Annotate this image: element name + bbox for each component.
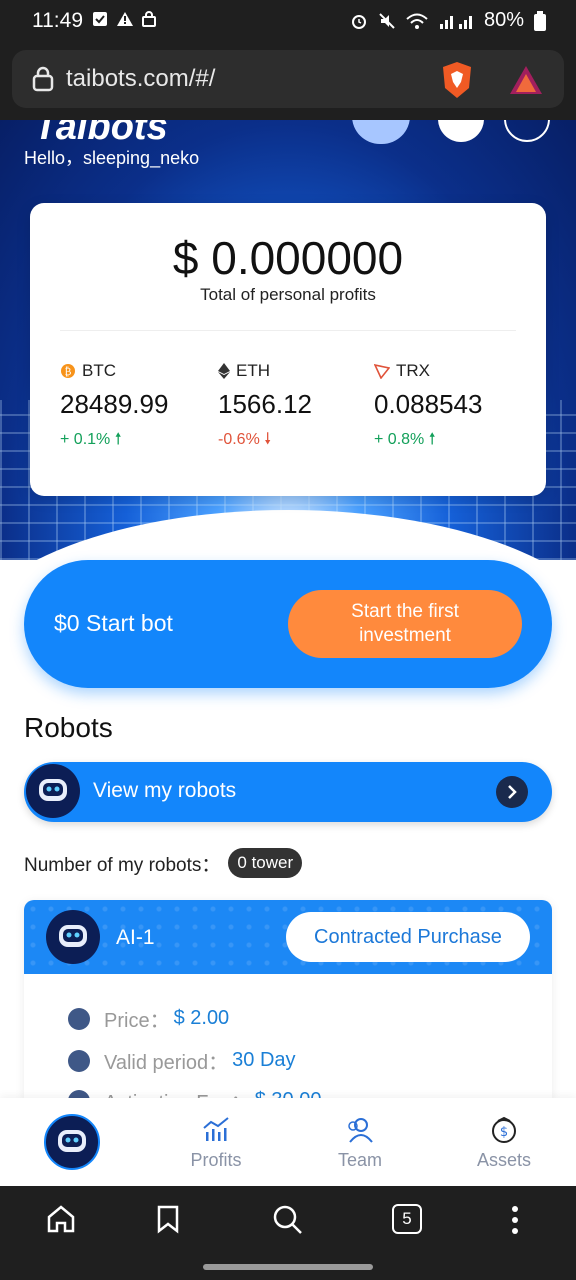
robot-avatar [26, 764, 80, 818]
chevron-right-icon[interactable] [496, 776, 528, 808]
chart-icon [203, 1117, 229, 1141]
profit-label: Total of personal profits [200, 285, 376, 304]
status-bar: 11:49 80% [0, 0, 576, 44]
contracted-purchase-button[interactable]: Contracted Purchase [286, 912, 530, 962]
coin-symbol: ETH [236, 361, 270, 380]
menu-dots-icon[interactable] [508, 1204, 522, 1236]
start-bot-label: $0 Start bot [54, 610, 173, 636]
card-header: AI-1 Contracted Purchase [24, 900, 552, 974]
robots-heading: Robots [24, 712, 113, 743]
bottom-tab-bar: Profits Team $ Assets [0, 1098, 576, 1186]
period-label: Valid period： [104, 1052, 229, 1074]
robot-count-row: Number of my robots： 0 tower [24, 848, 303, 878]
clock-icon [68, 1049, 90, 1072]
start-investment-button[interactable]: Start the first investment [288, 590, 522, 658]
alarm-icon [351, 14, 366, 29]
browser-address-bar: taibots.com/#/ [0, 44, 576, 120]
wifi-icon [406, 13, 428, 29]
divider [60, 330, 516, 331]
coin-eth: ETH 1566.12 -0.6% 🠗 [218, 361, 368, 455]
lock-icon[interactable] [32, 66, 54, 92]
tab-profits[interactable]: Profits [166, 1116, 266, 1171]
price-icon [68, 1007, 90, 1030]
robot-avatar [46, 910, 100, 964]
view-my-robots-label: View my robots [93, 779, 237, 802]
chat-icon[interactable] [438, 120, 484, 142]
gesture-home-indicator[interactable] [203, 1264, 373, 1270]
tab-label: Profits [190, 1150, 242, 1170]
home-robot-avatar[interactable] [44, 1114, 100, 1170]
notification-icons [92, 11, 156, 27]
coin-symbol: BTC [82, 361, 116, 380]
carousel-dot-active[interactable] [258, 518, 282, 524]
profit-card: $ 0.000000 Total of personal profits ₿ B… [30, 203, 546, 496]
price-value: $ 2.00 [173, 1007, 230, 1029]
period-value: 30 Day [232, 1049, 296, 1071]
greeting-text: Hello，sleeping_neko [24, 148, 200, 168]
profit-amount: $ 0.000000 [172, 232, 404, 284]
coin-change: + 0.8% 🠕 [374, 431, 436, 448]
coin-price: 0.088543 [374, 389, 483, 419]
rewards-triangle-icon[interactable] [508, 64, 544, 96]
tab-label: Team [337, 1150, 382, 1170]
home-icon[interactable] [46, 1204, 76, 1234]
period-row: Valid period： 30 Day [68, 1046, 296, 1075]
url-text[interactable]: taibots.com/#/ [66, 65, 215, 93]
view-my-robots-button[interactable]: View my robots [24, 762, 552, 822]
trx-icon [374, 363, 390, 379]
signal-icon [439, 15, 472, 29]
search-icon[interactable] [272, 1204, 304, 1236]
battery-percent: 80% [483, 9, 524, 31]
system-icons: 80% [350, 9, 546, 32]
arrow-down-icon: 🠗 [264, 431, 272, 448]
robot-product-card: AI-1 Contracted Purchase Price： $ 2.00 V… [24, 900, 552, 1114]
coin-symbol: TRX [396, 361, 430, 380]
carousel-dots [258, 518, 306, 524]
tab-label: Assets [476, 1150, 532, 1170]
tab-assets[interactable]: $ Assets [454, 1116, 554, 1171]
btc-icon: ₿ [61, 364, 75, 378]
battery-icon [534, 10, 546, 31]
svg-text:₿: ₿ [65, 366, 72, 378]
mute-icon [379, 12, 395, 29]
coin-price: 1566.12 [218, 389, 312, 419]
robot-mascot-icon [352, 120, 410, 144]
bookmark-icon[interactable] [156, 1204, 180, 1234]
brave-shield-icon[interactable] [440, 60, 474, 100]
coin-price: 28489.99 [60, 389, 169, 419]
eth-icon [218, 363, 230, 379]
checkbox-icon [93, 12, 107, 26]
coin-change: + 0.1% 🠕 [60, 431, 122, 448]
globe-icon[interactable] [504, 120, 550, 142]
carousel-dot[interactable] [288, 518, 306, 524]
coin-change: -0.6% 🠗 [218, 431, 272, 448]
start-bot-banner: $0 Start bot Start the first investment [24, 560, 552, 688]
coin-btc: ₿ BTC 28489.99 + 0.1% 🠕 [60, 361, 210, 455]
svg-text:$: $ [500, 1125, 508, 1140]
status-time: 11:49 [32, 9, 83, 32]
tab-team[interactable]: Team [310, 1116, 410, 1171]
robot-count-badge: 0 tower [228, 848, 303, 878]
lock-status-icon [142, 11, 156, 27]
arrow-up-icon: 🠕 [114, 431, 122, 448]
url-field[interactable]: taibots.com/#/ [12, 50, 564, 108]
coin-trx: TRX 0.088543 + 0.8% 🠕 [374, 361, 524, 455]
warning-icon [117, 12, 133, 26]
robot-count-label: Number of my robots： [24, 854, 221, 876]
team-icon [348, 1118, 373, 1143]
tab-count: 5 [402, 1209, 412, 1228]
wallet-icon: $ [492, 1116, 516, 1143]
price-row: Price： $ 2.00 [68, 1004, 229, 1033]
arrow-up-icon: 🠕 [428, 431, 436, 448]
price-label: Price： [104, 1010, 170, 1032]
robot-name: AI-1 [116, 926, 155, 949]
tab-switcher-button[interactable]: 5 [392, 1204, 422, 1234]
